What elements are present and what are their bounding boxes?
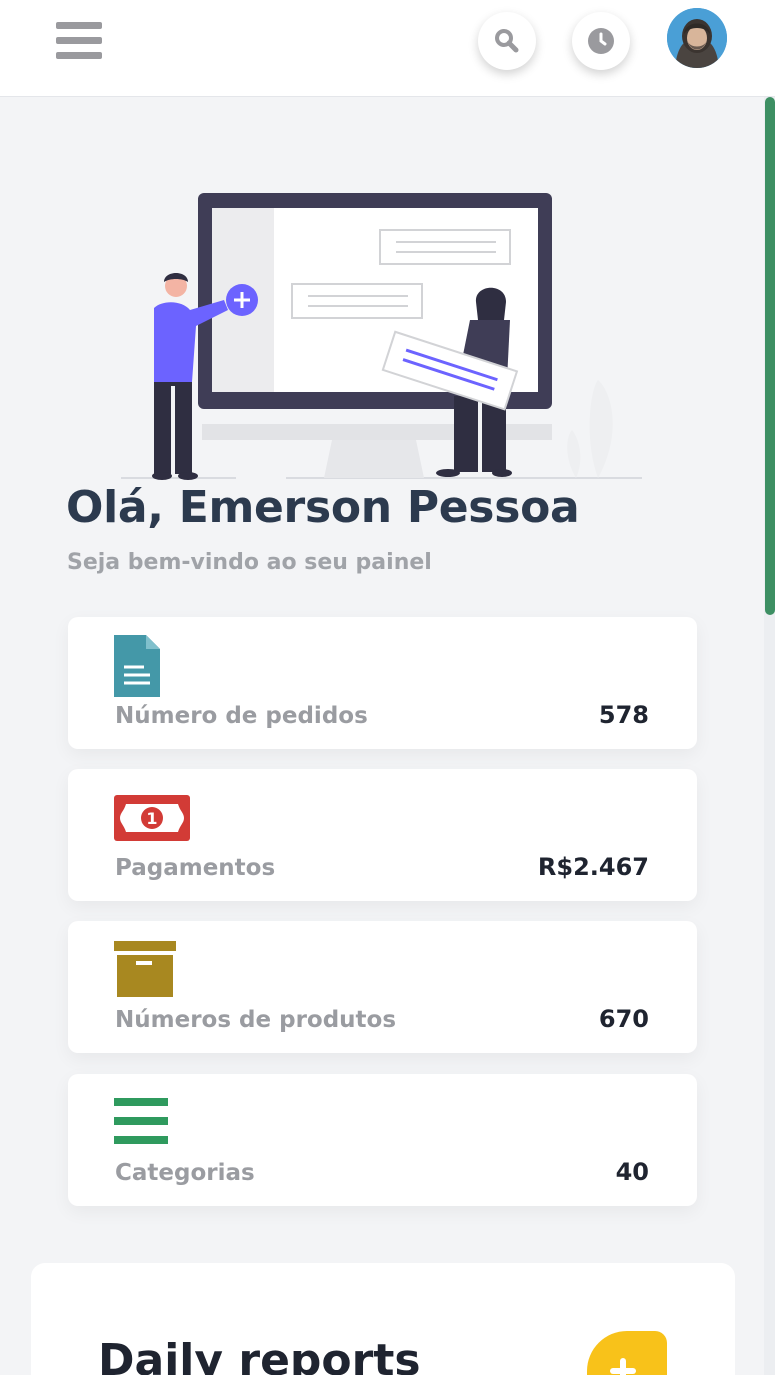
stat-card-categories[interactable]: Categorias 40 (68, 1074, 697, 1206)
add-report-button[interactable] (587, 1331, 667, 1375)
clock-icon (588, 28, 614, 54)
document-icon (114, 635, 160, 697)
scrollbar-thumb[interactable] (765, 97, 775, 615)
top-bar (0, 0, 775, 97)
user-avatar[interactable] (667, 8, 727, 68)
svg-text:1: 1 (146, 809, 157, 828)
daily-reports-title: Daily reports (98, 1335, 421, 1375)
daily-reports-card: Daily reports (31, 1263, 735, 1375)
greeting-title: Olá, Emerson Pessoa (66, 482, 580, 533)
stat-label: Número de pedidos (115, 703, 368, 729)
stat-label: Categorias (115, 1160, 255, 1186)
stat-card-payments[interactable]: 1 Pagamentos R$2.467 (68, 769, 697, 901)
stat-card-products[interactable]: Números de produtos 670 (68, 921, 697, 1053)
greeting-subtitle: Seja bem-vindo ao seu painel (67, 550, 432, 575)
stat-value: 40 (615, 1158, 649, 1186)
hamburger-menu-icon[interactable] (56, 22, 102, 60)
people-with-monitor-illustration (121, 193, 642, 480)
search-icon (495, 29, 519, 53)
stat-value: R$2.467 (537, 853, 649, 881)
banknote-icon: 1 (114, 795, 190, 841)
avatar-icon (667, 8, 727, 68)
stat-label: Pagamentos (115, 855, 276, 881)
list-icon (114, 1098, 168, 1144)
stat-value: 578 (598, 701, 649, 729)
add-icon (610, 1358, 636, 1375)
stat-label: Números de produtos (115, 1007, 397, 1033)
archive-box-icon (114, 941, 176, 997)
stat-value: 670 (598, 1005, 649, 1033)
history-button[interactable] (572, 12, 630, 70)
stat-card-orders[interactable]: Número de pedidos 578 (68, 617, 697, 749)
vertical-scrollbar[interactable] (764, 97, 775, 1375)
search-button[interactable] (478, 12, 536, 70)
